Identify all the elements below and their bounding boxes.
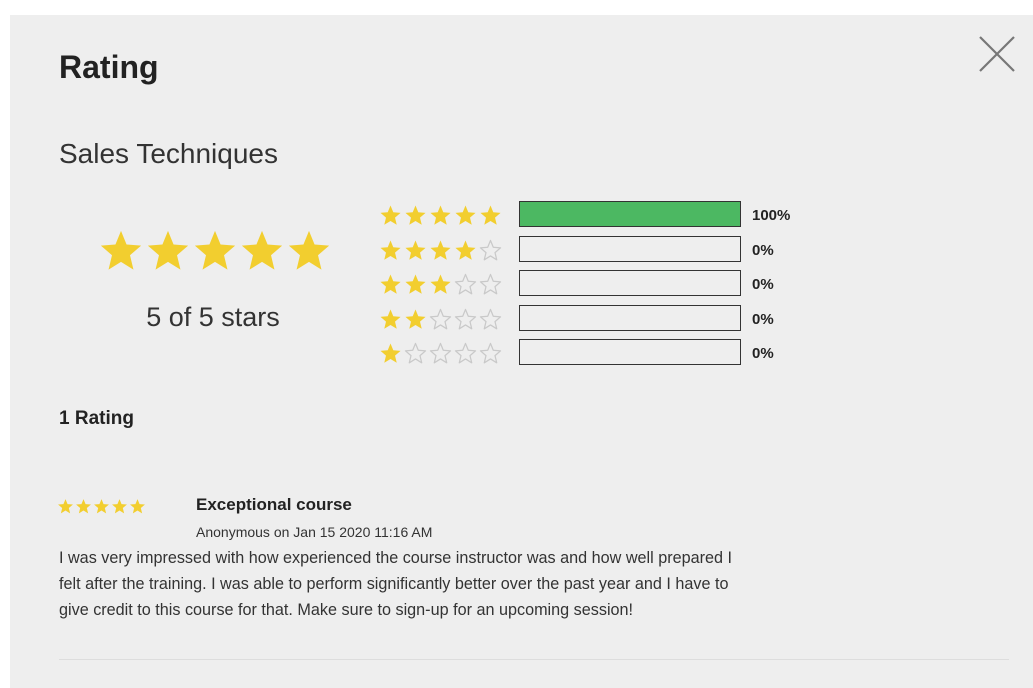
star-empty-icon — [404, 342, 427, 364]
star-empty-icon — [479, 342, 502, 364]
row-stars — [379, 239, 502, 262]
star-filled-icon — [147, 230, 189, 270]
star-empty-icon — [479, 239, 502, 260]
star-filled-icon — [405, 239, 426, 260]
star-filled-icon — [380, 274, 401, 294]
average-rating-label: 5 of 5 stars — [146, 302, 280, 332]
rating-count: 1 Rating — [59, 408, 134, 429]
review-body: I was very impressed with how experience… — [59, 549, 732, 619]
star-filled-icon — [194, 230, 236, 270]
star-empty-icon — [454, 308, 477, 329]
star-filled-icon — [405, 308, 426, 329]
star-empty-icon — [454, 342, 477, 364]
star-filled-icon — [405, 274, 426, 294]
star-filled-icon — [288, 230, 330, 270]
star-filled-icon — [94, 499, 109, 514]
distribution-bar — [519, 270, 741, 296]
distribution-bar — [519, 304, 741, 331]
star-filled-icon — [430, 239, 451, 260]
row-stars — [379, 273, 502, 296]
star-filled-icon — [76, 499, 91, 514]
star-filled-icon — [112, 499, 127, 514]
review-title: Exceptional course — [196, 495, 352, 514]
star-filled-icon — [241, 230, 283, 270]
distribution-bar — [519, 235, 741, 262]
star-filled-icon — [480, 205, 501, 225]
star-filled-icon — [380, 343, 401, 363]
row-stars — [379, 342, 502, 365]
distribution-percent: 0% — [752, 345, 774, 362]
average-rating-stars — [98, 228, 332, 274]
star-filled-icon — [380, 308, 401, 329]
close-icon[interactable] — [977, 34, 1017, 74]
distribution-bar — [519, 201, 741, 227]
star-filled-icon — [430, 274, 451, 294]
star-filled-icon — [380, 239, 401, 260]
star-empty-icon — [454, 273, 477, 295]
distribution-percent: 0% — [752, 310, 774, 328]
distribution-bar-fill — [520, 202, 740, 226]
review-rating-stars — [57, 498, 146, 515]
review-meta: Anonymous on Jan 15 2020 11:16 AM — [196, 524, 433, 540]
distribution-bar — [519, 339, 741, 365]
star-filled-icon — [405, 205, 426, 225]
star-empty-icon — [479, 273, 502, 295]
star-filled-icon — [430, 205, 451, 225]
star-filled-icon — [380, 205, 401, 225]
star-filled-icon — [130, 499, 145, 514]
review-divider — [59, 659, 1009, 660]
star-empty-icon — [429, 342, 452, 364]
star-filled-icon — [455, 205, 476, 225]
row-stars — [379, 204, 502, 227]
rating-modal: Rating Sales Techniques 5 of 5 stars 100… — [10, 15, 1033, 688]
star-empty-icon — [479, 308, 502, 329]
star-empty-icon — [429, 308, 452, 329]
star-filled-icon — [455, 239, 476, 260]
distribution-percent: 100% — [752, 207, 791, 224]
course-name: Sales Techniques — [59, 138, 278, 169]
distribution-percent: 0% — [752, 276, 774, 293]
distribution-percent: 0% — [752, 241, 774, 259]
star-filled-icon — [100, 230, 142, 270]
row-stars — [379, 308, 502, 331]
star-filled-icon — [58, 499, 73, 514]
modal-title: Rating — [59, 49, 159, 85]
